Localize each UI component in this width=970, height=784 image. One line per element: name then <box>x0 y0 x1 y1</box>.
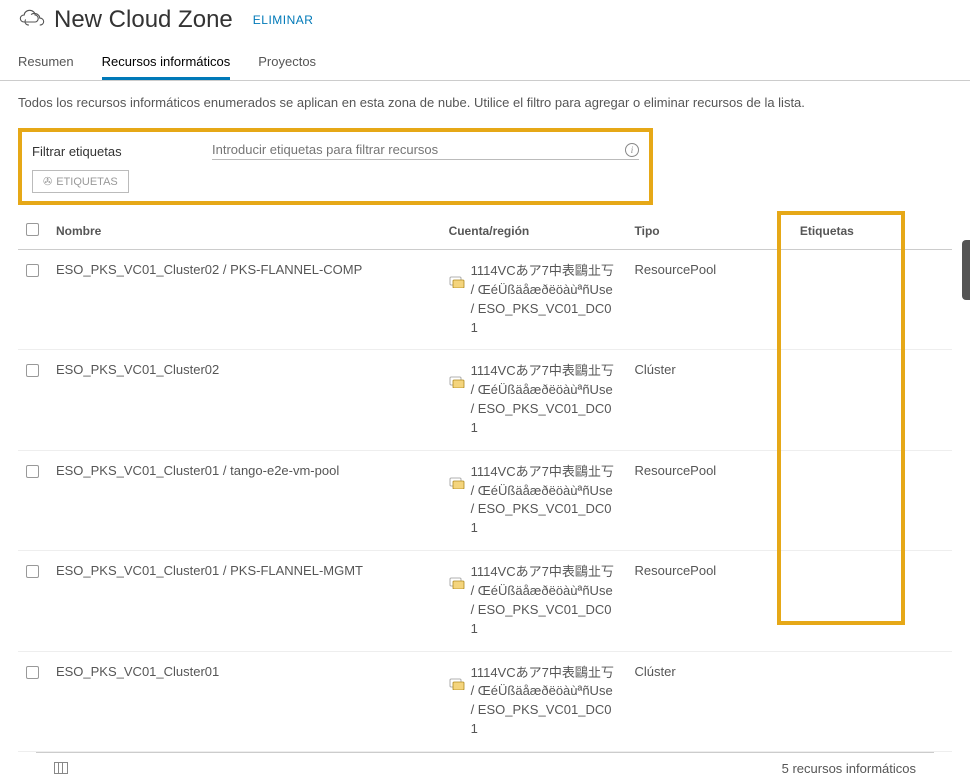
tags-button[interactable]: ✇ ETIQUETAS <box>32 170 129 193</box>
cell-account: 1114VCあア7中表鷗㐀丂 / ŒéÜßäåæðëöàùªñUse / ESO… <box>471 262 619 337</box>
cell-account: 1114VCあア7中表鷗㐀丂 / ŒéÜßäåæðëöàùªñUse / ESO… <box>471 463 619 538</box>
column-name[interactable]: Nombre <box>48 213 441 250</box>
tags-button-label: ETIQUETAS <box>56 176 118 188</box>
filter-label: Filtrar etiquetas <box>32 144 212 159</box>
cell-name[interactable]: ESO_PKS_VC01_Cluster01 / tango-e2e-vm-po… <box>48 450 441 550</box>
select-all-checkbox[interactable] <box>26 223 39 236</box>
column-account[interactable]: Cuenta/región <box>441 213 627 250</box>
cell-type: Clúster <box>627 651 792 751</box>
cell-name[interactable]: ESO_PKS_VC01_Cluster02 <box>48 350 441 450</box>
cell-type: ResourcePool <box>627 551 792 651</box>
tab-projects[interactable]: Proyectos <box>258 46 316 80</box>
cell-tags <box>792 551 952 651</box>
delete-button[interactable]: ELIMINAR <box>253 13 314 27</box>
cloud-zone-icon <box>18 8 46 32</box>
cell-tags <box>792 250 952 350</box>
column-tags[interactable]: Etiquetas <box>792 213 952 250</box>
vsphere-icon <box>449 475 465 489</box>
vsphere-icon <box>449 575 465 589</box>
cell-type: ResourcePool <box>627 250 792 350</box>
row-checkbox[interactable] <box>26 465 39 478</box>
cell-account: 1114VCあア7中表鷗㐀丂 / ŒéÜßäåæðëöàùªñUse / ESO… <box>471 362 619 437</box>
row-checkbox[interactable] <box>26 565 39 578</box>
side-handle[interactable] <box>962 240 970 300</box>
cell-type: Clúster <box>627 350 792 450</box>
cell-tags <box>792 350 952 450</box>
table-row: ESO_PKS_VC01_Cluster01 1114VCあア7中表鷗㐀丂 / Œ… <box>18 651 952 751</box>
cell-account: 1114VCあア7中表鷗㐀丂 / ŒéÜßäåæðëöàùªñUse / ESO… <box>471 563 619 638</box>
tag-icon: ✇ <box>43 175 52 188</box>
vsphere-icon <box>449 374 465 388</box>
cell-tags <box>792 651 952 751</box>
cell-name[interactable]: ESO_PKS_VC01_Cluster02 / PKS-FLANNEL-COM… <box>48 250 441 350</box>
tab-summary[interactable]: Resumen <box>18 46 74 80</box>
row-count-label: 5 recursos informáticos <box>782 761 916 776</box>
column-picker-icon[interactable] <box>54 762 68 774</box>
table-row: ESO_PKS_VC01_Cluster01 / PKS-FLANNEL-MGM… <box>18 551 952 651</box>
page-title: New Cloud Zone <box>54 6 233 34</box>
cell-name[interactable]: ESO_PKS_VC01_Cluster01 <box>48 651 441 751</box>
cell-account: 1114VCあア7中表鷗㐀丂 / ŒéÜßäåæðëöàùªñUse / ESO… <box>471 664 619 739</box>
table-row: ESO_PKS_VC01_Cluster02 1114VCあア7中表鷗㐀丂 / Œ… <box>18 350 952 450</box>
cell-type: ResourcePool <box>627 450 792 550</box>
filter-tags-input[interactable] <box>212 142 619 157</box>
description-text: Todos los recursos informáticos enumerad… <box>0 81 970 124</box>
row-checkbox[interactable] <box>26 666 39 679</box>
column-type[interactable]: Tipo <box>627 213 792 250</box>
row-checkbox[interactable] <box>26 264 39 277</box>
table-row: ESO_PKS_VC01_Cluster02 / PKS-FLANNEL-COM… <box>18 250 952 350</box>
table-row: ESO_PKS_VC01_Cluster01 / tango-e2e-vm-po… <box>18 450 952 550</box>
vsphere-icon <box>449 274 465 288</box>
tab-compute[interactable]: Recursos informáticos <box>102 46 231 80</box>
resources-table: Nombre Cuenta/región Tipo Etiquetas ESO_… <box>18 213 952 752</box>
cell-name[interactable]: ESO_PKS_VC01_Cluster01 / PKS-FLANNEL-MGM… <box>48 551 441 651</box>
row-checkbox[interactable] <box>26 364 39 377</box>
filter-panel: Filtrar etiquetas i ✇ ETIQUETAS <box>18 128 653 205</box>
info-icon[interactable]: i <box>625 143 639 157</box>
cell-tags <box>792 450 952 550</box>
vsphere-icon <box>449 676 465 690</box>
